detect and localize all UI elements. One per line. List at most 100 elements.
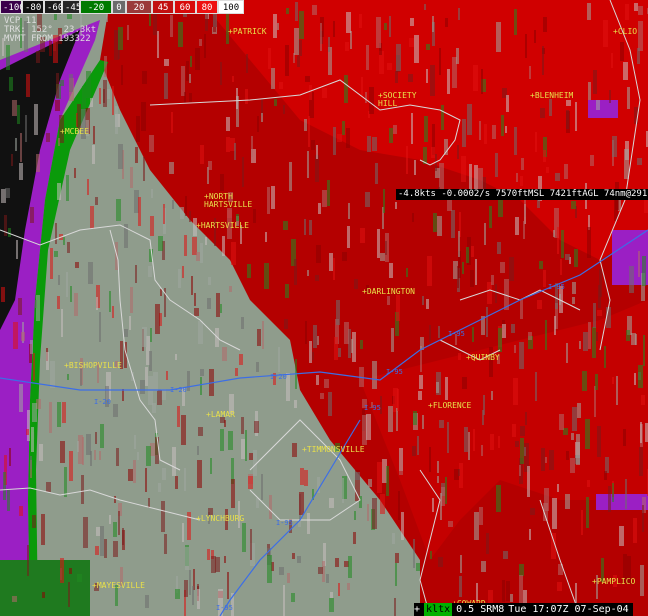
velocity-streak: [503, 551, 508, 559]
velocity-streak: [587, 3, 591, 20]
velocity-streak: [458, 8, 460, 20]
velocity-streak: [623, 62, 628, 80]
velocity-streak: [25, 115, 27, 142]
velocity-streak: [472, 327, 474, 342]
velocity-streak: [187, 371, 190, 391]
velocity-streak: [162, 468, 166, 480]
velocity-streak: [642, 505, 644, 532]
velocity-streak: [160, 289, 162, 296]
radar-display[interactable]: -100 -80 -60 -45 -20 0 20 45 60 80 100 VCP 11 TRK:…: [0, 0, 648, 616]
velocity-streak: [254, 421, 259, 433]
velocity-streak: [619, 526, 624, 546]
city-florence: +FLORENCE: [428, 401, 472, 410]
highway-label: I-95: [216, 604, 233, 612]
velocity-streak: [57, 402, 61, 427]
velocity-streak: [297, 56, 300, 67]
velocity-streak: [267, 187, 270, 214]
velocity-streak: [366, 414, 371, 440]
velocity-streak: [431, 147, 435, 158]
velocity-streak: [594, 386, 596, 417]
velocity-streak: [172, 200, 174, 209]
velocity-streak: [520, 438, 524, 464]
velocity-streak: [377, 229, 380, 258]
velocity-streak: [142, 327, 147, 347]
velocity-streak: [347, 583, 350, 590]
velocity-streak: [208, 277, 211, 285]
velocity-streak: [359, 14, 362, 28]
purple-patch-3: [596, 494, 648, 510]
velocity-streak: [383, 189, 385, 213]
velocity-streak: [483, 395, 485, 415]
velocity-streak: [603, 20, 608, 47]
product-label: 0.5 SRM8: [456, 604, 505, 615]
velocity-streak: [496, 22, 501, 52]
velocity-streak: [198, 321, 203, 344]
velocity-streak: [104, 539, 107, 558]
velocity-streak: [200, 145, 204, 164]
velocity-streak: [229, 286, 232, 292]
city-bishopville: +BISHOPVILLE: [64, 361, 122, 370]
city-patrick: +PATRICK: [228, 27, 267, 36]
time-label: Tue 17:07Z 07-Sep-04: [508, 604, 629, 615]
velocity-streak: [588, 82, 591, 100]
velocity-streak: [148, 266, 152, 277]
velocity-streak: [283, 221, 288, 230]
velocity-streak: [438, 557, 443, 567]
velocity-streak: [440, 493, 442, 520]
velocity-streak: [549, 450, 554, 470]
velocity-streak: [42, 592, 45, 598]
velocity-streak: [283, 585, 285, 616]
velocity-streak: [474, 512, 479, 540]
velocity-streak: [626, 330, 630, 341]
velocity-streak: [484, 223, 486, 245]
velocity-streak: [130, 287, 133, 313]
velocity-streak: [284, 319, 288, 329]
velocity-streak: [307, 270, 309, 276]
velocity-streak: [50, 248, 53, 279]
velocity-streak: [236, 88, 238, 109]
velocity-streak: [113, 404, 118, 417]
velocity-streak: [185, 547, 189, 570]
velocity-streak: [389, 128, 393, 143]
velocity-streak: [585, 419, 590, 449]
velocity-streak: [539, 261, 543, 269]
velocity-streak: [118, 511, 120, 535]
velocity-streak: [184, 92, 186, 103]
velocity-streak: [541, 448, 545, 471]
velocity-streak: [571, 201, 576, 209]
legend-cell: 0: [112, 0, 126, 14]
velocity-streak: [527, 466, 530, 497]
velocity-streak: [6, 45, 10, 70]
velocity-streak: [595, 374, 598, 390]
velocity-streak: [148, 498, 150, 508]
velocity-streak: [486, 533, 489, 554]
velocity-streak: [191, 276, 193, 295]
velocity-streak: [458, 353, 461, 360]
velocity-streak: [77, 441, 79, 452]
velocity-streak: [166, 371, 168, 380]
velocity-streak: [520, 426, 525, 436]
velocity-streak: [462, 262, 464, 274]
velocity-streak: [86, 71, 91, 98]
velocity-streak: [236, 214, 239, 221]
velocity-streak: [178, 22, 183, 47]
legend-cell: 45: [152, 0, 174, 14]
velocity-streak: [612, 377, 614, 384]
velocity-streak: [389, 263, 393, 278]
velocity-streak: [27, 545, 29, 576]
velocity-streak: [564, 164, 568, 179]
velocity-streak: [376, 17, 381, 48]
velocity-streak: [557, 484, 559, 492]
velocity-streak: [557, 582, 562, 591]
velocity-streak: [638, 6, 643, 15]
velocity-streak: [593, 70, 597, 94]
velocity-streak: [372, 361, 377, 389]
velocity-streak: [285, 284, 289, 298]
velocity-streak: [470, 270, 474, 287]
station-badge[interactable]: kltx: [424, 603, 453, 616]
velocity-streak: [109, 291, 111, 312]
velocity-streak: [231, 242, 236, 265]
velocity-streak: [333, 21, 335, 37]
velocity-streak: [372, 498, 377, 529]
velocity-streak: [99, 312, 101, 342]
